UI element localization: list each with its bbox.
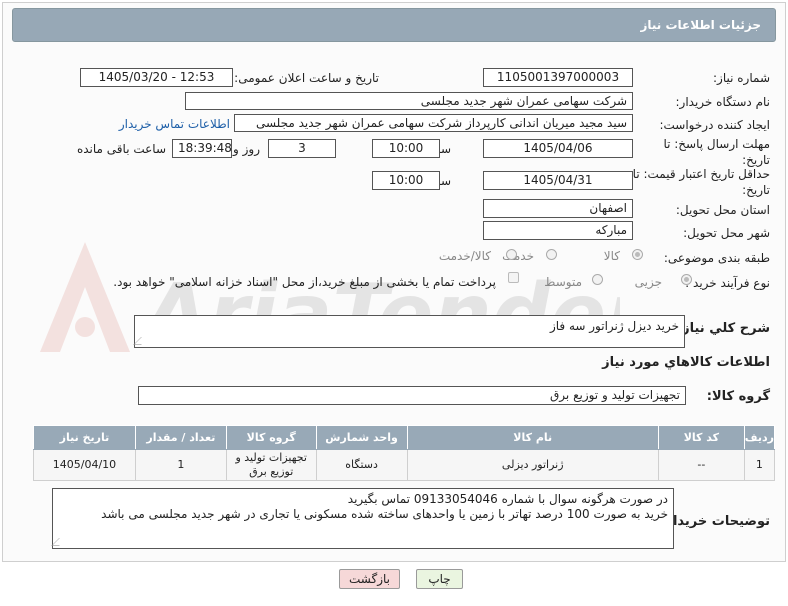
cell-group: تجهیزات تولید و توزیع برق <box>225 449 317 481</box>
items-section-title: اطلاعات کالاهاي مورد نياز <box>602 355 770 370</box>
panel-header: جزئیات اطلاعات نیاز <box>12 8 776 42</box>
buyer-notes-label: توضیحات خریدار: <box>660 514 770 529</box>
announce-label: تاریخ و ساعت اعلان عمومی: <box>234 71 379 85</box>
purchase-option-medium: متوسط <box>544 275 582 289</box>
buyer-contact-link[interactable]: اطلاعات تماس خریدار <box>119 117 230 131</box>
purchase-radio-medium[interactable] <box>592 274 603 285</box>
panel-title: جزئیات اطلاعات نیاز <box>640 18 761 32</box>
col-need-date: تاریخ نیاز <box>33 425 136 450</box>
send-time-field: 10:00 <box>372 139 440 158</box>
summary-textarea[interactable]: خرید دیزل ژنراتور سه فاز <box>133 315 685 348</box>
send-date-field: 1405/04/06 <box>483 139 633 158</box>
days-label: روز و <box>233 142 260 156</box>
send-deadline-label: مهلت ارسال پاسخ: تا تاریخ: <box>663 137 770 167</box>
cell-row: 1 <box>743 449 776 481</box>
treasury-payment-checkbox[interactable] <box>508 272 519 283</box>
cell-name: ژنراتور دیزلی <box>406 449 659 481</box>
buyer-org-label: نام دستگاه خریدار: <box>675 95 771 109</box>
back-button[interactable]: بازگشت <box>339 569 400 589</box>
summary-label: شرح کلي نياز: <box>676 321 770 336</box>
cell-code: -- <box>657 449 745 481</box>
cell-unit: دستگاه <box>315 449 408 481</box>
city-field: مبارکه <box>483 221 633 240</box>
requester-field: سید مجید میریان اندانی کارپرداز شرکت سها… <box>234 114 633 132</box>
remaining-label: ساعت باقی مانده <box>76 142 166 156</box>
col-code: کد کالا <box>657 425 745 450</box>
goods-group-label: گروه کالا: <box>706 389 770 404</box>
days-field: 3 <box>268 139 336 158</box>
announce-datetime-field: 1405/03/20 - 12:53 <box>80 68 233 87</box>
col-group: گروه کالا <box>225 425 317 450</box>
resize-grip-icon[interactable] <box>51 538 67 546</box>
resize-grip-icon[interactable] <box>133 337 149 345</box>
province-label: استان محل تحویل: <box>675 203 770 217</box>
col-quantity: تعداد / مقدار <box>134 425 227 450</box>
province-field: اصفهان <box>483 199 633 218</box>
buyer-notes-line-1: در صورت هرگونه سوال با شماره 09133054046… <box>347 492 668 506</box>
cell-need-date: 1405/04/10 <box>33 449 136 481</box>
goods-group-field: تجهیزات تولید و توزیع برق <box>138 386 686 405</box>
table-row: 1 -- ژنراتور دیزلی دستگاه تجهیزات تولید … <box>33 449 776 481</box>
price-time-field: 10:00 <box>372 171 440 190</box>
category-option-both: کالا/خدمت <box>438 249 491 263</box>
summary-text: خرید دیزل ژنراتور سه فاز <box>549 319 679 333</box>
category-radio-both[interactable] <box>506 249 517 260</box>
category-radio-service[interactable] <box>546 249 557 260</box>
buyer-org-field: شرکت سهامی عمران شهر جدید مجلسی <box>185 92 633 110</box>
buyer-notes-textarea[interactable]: در صورت هرگونه سوال با شماره 09133054046… <box>51 488 674 549</box>
need-number-field: 1105001397000003 <box>483 68 633 87</box>
cell-quantity: 1 <box>134 449 227 481</box>
category-label: طبقه بندی موضوعی: <box>663 251 770 265</box>
col-unit: واحد شمارش <box>315 425 408 450</box>
category-radio-goods[interactable] <box>632 249 643 260</box>
buyer-notes-line-2: خرید به صورت 100 درصد تهاتر با زمین یا و… <box>101 507 668 521</box>
remaining-time-field: 18:39:48 <box>172 139 232 158</box>
price-date-field: 1405/04/31 <box>483 171 633 190</box>
col-name: نام کالا <box>406 425 659 450</box>
purchase-radio-minor[interactable] <box>681 274 692 285</box>
purchase-option-minor: جزیی <box>634 275 662 289</box>
city-label: شهر محل تحویل: <box>683 226 770 240</box>
items-table: ردیف کد کالا نام کالا واحد شمارش گروه کا… <box>33 425 776 481</box>
need-number-label: شماره نیاز: <box>713 71 770 85</box>
print-button[interactable]: چاپ <box>416 569 463 589</box>
treasury-payment-note: پرداخت تمام یا بخشی از مبلغ خرید،از محل … <box>113 275 496 289</box>
purchase-type-label: نوع فرآیند خرید : <box>685 276 770 290</box>
requester-label: ایجاد کننده درخواست: <box>659 118 770 132</box>
items-table-header: ردیف کد کالا نام کالا واحد شمارش گروه کا… <box>33 425 776 450</box>
col-row: ردیف <box>743 425 776 450</box>
category-option-goods: کالا <box>603 249 620 263</box>
price-validity-label: حداقل تاریخ اعتبار قیمت: تا تاریخ: <box>632 167 770 197</box>
